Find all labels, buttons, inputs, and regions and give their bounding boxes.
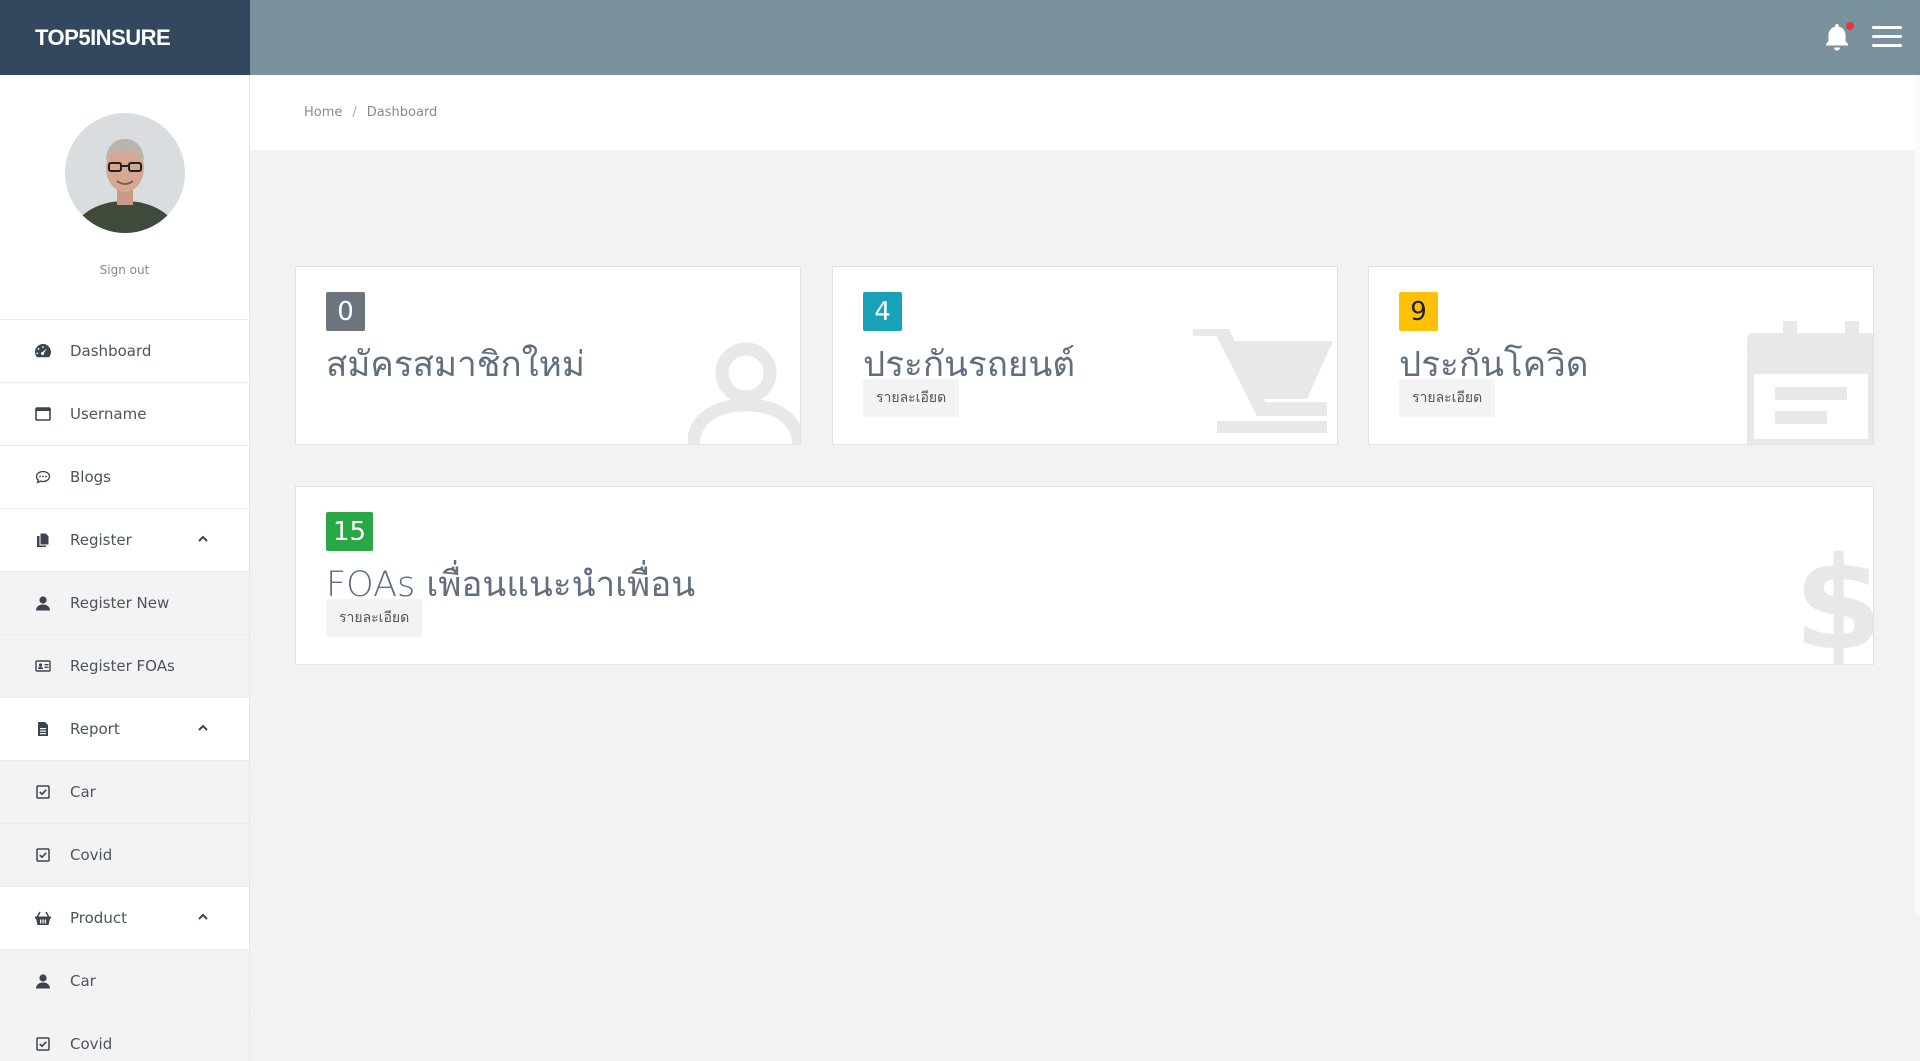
chat-icon (34, 468, 52, 486)
sidebar-item-label: Register (70, 531, 132, 549)
file-icon (34, 720, 52, 738)
sidebar-item-label: Car (70, 783, 96, 801)
sidebar-item-label: Register New (70, 594, 170, 612)
sidebar-item-report-car[interactable]: Car (0, 761, 249, 824)
sidebar-item-register-new[interactable]: Register New (0, 572, 249, 635)
check-square-icon (34, 783, 52, 801)
user-icon (34, 972, 52, 990)
sidebar-item-label: Register FOAs (70, 657, 175, 675)
chevron-up-icon (198, 724, 208, 731)
user-icon (34, 594, 52, 612)
details-button[interactable]: รายละเอียด (326, 599, 423, 637)
stat-card-foas-referral: 15 FOAs เพื่อนแนะนำเพื่อน รายละเอียด $ (295, 486, 1874, 665)
sidebar-item-register-foas[interactable]: Register FOAs (0, 635, 249, 698)
dollar-icon: $ (1794, 541, 1873, 665)
top-bar (250, 0, 1920, 75)
scrollbar[interactable] (1915, 75, 1920, 915)
details-button[interactable]: รายละเอียด (1399, 379, 1496, 417)
sidebar-item-username[interactable]: Username (0, 383, 249, 446)
sidebar-item-label: Covid (70, 1035, 113, 1053)
card-title: สมัครสมาชิกใหม่ (326, 345, 585, 385)
id-card-icon (34, 657, 52, 675)
sidebar-item-label: Car (70, 972, 96, 990)
brand-name: TOP5INSURE (35, 24, 171, 50)
stat-card-car-insurance: 4 ประกันรถยนต์ รายละเอียด (832, 266, 1338, 445)
details-button[interactable]: รายละเอียด (863, 379, 960, 417)
check-square-icon (34, 1035, 52, 1053)
sidebar-item-label: Dashboard (70, 342, 152, 360)
sidebar-item-label: Product (70, 909, 127, 927)
sidebar-item-label: Covid (70, 846, 113, 864)
stat-card-new-members: 0 สมัครสมาชิกใหม่ (295, 266, 801, 445)
chevron-up-icon (198, 913, 208, 920)
sidebar-item-dashboard[interactable]: Dashboard (0, 320, 249, 383)
sidebar-item-register[interactable]: Register (0, 509, 249, 572)
sidebar-item-product[interactable]: Product (0, 887, 249, 950)
check-square-icon (34, 846, 52, 864)
copy-icon (34, 531, 52, 549)
stat-card-covid-insurance: 9 ประกันโควิด รายละเอียด (1368, 266, 1874, 445)
sidebar-item-product-covid[interactable]: Covid (0, 1013, 249, 1061)
sidebar-item-label: Blogs (70, 468, 111, 486)
sidebar-item-product-car[interactable]: Car (0, 950, 249, 1013)
brand-logo[interactable]: TOP5INSURE (0, 0, 250, 75)
breadcrumb: Home / Dashboard (250, 75, 1920, 150)
sidebar-item-blogs[interactable]: Blogs (0, 446, 249, 509)
window-icon (34, 405, 52, 423)
sidebar: Sign out Dashboard Username Blogs Regist… (0, 75, 250, 1061)
bell-icon[interactable] (1824, 22, 1854, 54)
count-badge: 4 (863, 292, 902, 331)
breadcrumb-current: Dashboard (366, 105, 438, 120)
sidebar-item-report[interactable]: Report (0, 698, 249, 761)
profile-section: Sign out (0, 75, 249, 320)
user-icon (688, 342, 800, 444)
breadcrumb-separator: / (352, 105, 357, 120)
count-badge: 9 (1399, 292, 1438, 331)
avatar (64, 113, 185, 233)
notification-dot (1846, 22, 1854, 30)
basket-icon (34, 909, 52, 927)
sidebar-item-label: Report (70, 720, 120, 738)
breadcrumb-home-link[interactable]: Home (304, 105, 342, 120)
hamburger-icon[interactable] (1872, 26, 1902, 48)
count-badge: 0 (326, 292, 365, 331)
count-badge: 15 (326, 512, 374, 551)
sidebar-item-label: Username (70, 405, 147, 423)
sign-out-link[interactable]: Sign out (100, 263, 150, 277)
chevron-up-icon (198, 535, 208, 542)
dashboard-icon (34, 342, 52, 360)
calendar-icon (1747, 321, 1873, 444)
cart-icon (1193, 329, 1333, 433)
sidebar-item-report-covid[interactable]: Covid (0, 824, 249, 887)
